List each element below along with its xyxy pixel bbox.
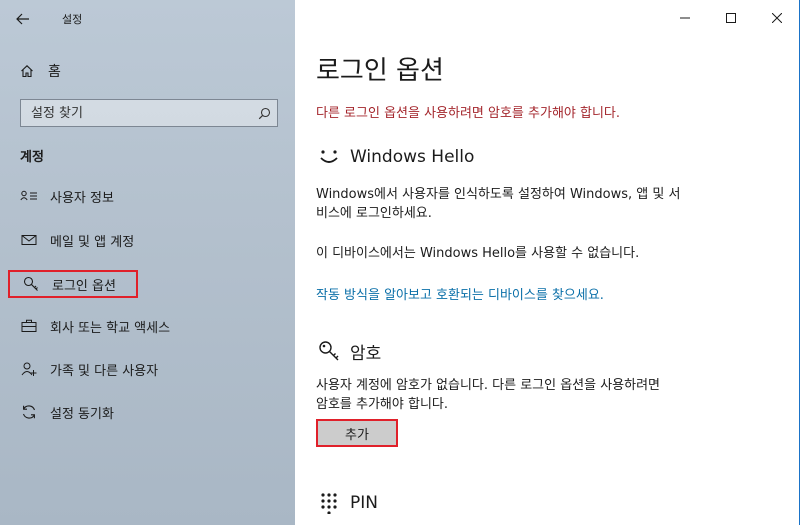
search-input[interactable] xyxy=(21,104,251,122)
main-content: 로그인 옵션 다른 로그인 옵션을 사용하려면 암호를 추가해야 합니다. Wi… xyxy=(295,0,799,525)
key-icon xyxy=(316,338,342,364)
search-box xyxy=(20,99,278,127)
add-password-button[interactable]: 추가 xyxy=(316,419,398,447)
password-heading: 암호 xyxy=(316,338,381,364)
sidebar: 설정 홈 계정 xyxy=(0,0,295,525)
sidebar-item-label: 회사 또는 학교 액세스 xyxy=(50,320,171,336)
description-line: Windows에서 사용자를 인식하도록 설정하여 Windows, 앱 및 서 xyxy=(316,187,681,202)
windows-hello-heading: Windows Hello xyxy=(316,144,474,170)
smiley-icon xyxy=(316,144,342,170)
sidebar-item-family-users[interactable]: 가족 및 다른 사용자 xyxy=(8,355,288,383)
key-icon xyxy=(20,273,42,295)
window-controls xyxy=(662,0,799,36)
sidebar-item-sync-settings[interactable]: 설정 동기화 xyxy=(8,398,288,426)
keypad-icon xyxy=(316,490,342,516)
sidebar-item-user-info[interactable]: 사용자 정보 xyxy=(8,182,288,210)
description-line: 암호를 추가해야 합니다. xyxy=(316,397,448,412)
user-info-icon xyxy=(18,185,40,207)
sidebar-item-sign-in-options[interactable]: 로그인 옵션 xyxy=(8,270,138,298)
maximize-button[interactable] xyxy=(708,0,754,36)
pin-heading: PIN xyxy=(316,490,378,516)
close-button[interactable] xyxy=(754,0,799,36)
sidebar-item-mail-accounts[interactable]: 메일 및 앱 계정 xyxy=(8,226,288,254)
sidebar-item-label: 로그인 옵션 xyxy=(52,278,116,294)
windows-hello-title: Windows Hello xyxy=(350,147,475,167)
search-button[interactable] xyxy=(251,100,277,126)
password-title: 암호 xyxy=(350,343,382,364)
windows-hello-unavailable: 이 디바이스에서는 Windows Hello를 사용할 수 없습니다. xyxy=(316,246,640,261)
description-line: 비스에 로그인하세요. xyxy=(316,206,432,221)
settings-window: 설정 홈 계정 xyxy=(0,0,800,525)
minimize-icon xyxy=(680,17,690,19)
sidebar-item-label: 가족 및 다른 사용자 xyxy=(50,363,159,379)
password-description: 사용자 계정에 암호가 없습니다. 다른 로그인 옵션을 사용하려면 암호를 추… xyxy=(316,376,716,414)
sync-icon xyxy=(18,401,40,423)
page-title: 로그인 옵션 xyxy=(316,56,444,86)
sidebar-item-label: 사용자 정보 xyxy=(50,190,114,206)
sidebar-item-label: 설정 동기화 xyxy=(50,406,114,422)
sidebar-item-work-school[interactable]: 회사 또는 학교 액세스 xyxy=(8,312,288,340)
mail-icon xyxy=(18,229,40,251)
password-warning: 다른 로그인 옵션을 사용하려면 암호를 추가해야 합니다. xyxy=(316,106,621,121)
search-icon xyxy=(258,107,270,119)
home-icon xyxy=(21,65,33,78)
maximize-icon xyxy=(726,13,736,23)
section-heading: 계정 xyxy=(20,150,44,165)
learn-compatible-devices-link[interactable]: 작동 방식을 알아보고 호환되는 디바이스를 찾으세요. xyxy=(316,284,604,303)
briefcase-icon xyxy=(18,315,40,337)
nav-home-label: 홈 xyxy=(48,64,61,80)
close-icon xyxy=(772,13,782,23)
app-title: 설정 xyxy=(62,13,83,26)
nav-home[interactable]: 홈 xyxy=(20,60,61,82)
add-person-icon xyxy=(18,358,40,380)
back-button[interactable] xyxy=(12,8,34,30)
sidebar-item-label: 메일 및 앱 계정 xyxy=(50,234,135,250)
description-line: 사용자 계정에 암호가 없습니다. 다른 로그인 옵션을 사용하려면 xyxy=(316,378,661,393)
back-arrow-icon xyxy=(16,13,29,25)
titlebar: 설정 xyxy=(0,0,295,38)
minimize-button[interactable] xyxy=(662,0,708,36)
pin-title: PIN xyxy=(350,493,378,513)
windows-hello-description: Windows에서 사용자를 인식하도록 설정하여 Windows, 앱 및 서… xyxy=(316,185,716,223)
